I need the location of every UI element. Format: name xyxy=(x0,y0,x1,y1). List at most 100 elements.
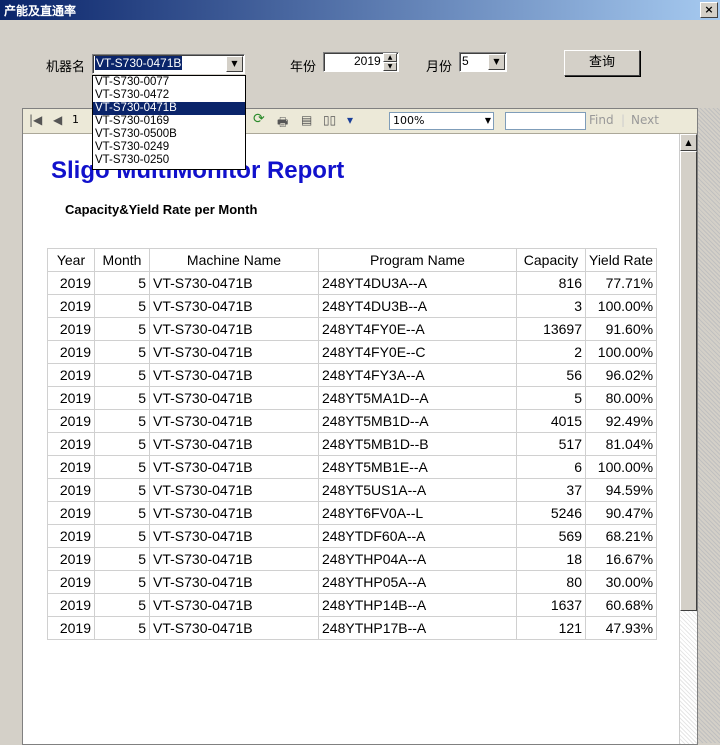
year-spin-buttons[interactable]: ▲ ▼ xyxy=(383,53,397,71)
dropdown-option[interactable]: VT-S730-0077 xyxy=(93,76,245,89)
year-value: 2019 xyxy=(354,54,381,68)
table-cell: 5 xyxy=(94,547,150,571)
table-cell: 60.68% xyxy=(584,593,658,617)
table-cell: VT-S730-0471B xyxy=(149,340,319,364)
table-cell: VT-S730-0471B xyxy=(149,524,319,548)
zoom-value: 100% xyxy=(393,114,425,127)
column-header-capacity: Capacity xyxy=(516,248,586,272)
table-cell: 5246 xyxy=(516,501,586,525)
page-setup-icon[interactable]: ▤ xyxy=(301,113,312,127)
find-input[interactable] xyxy=(505,112,586,130)
table-cell: VT-S730-0471B xyxy=(149,409,319,433)
table-row: 2019 5 VT-S730-0471B 248YTDF60A--A 569 68.21% xyxy=(47,524,658,548)
table-row: 2019 5 VT-S730-0471B 248YT4FY0E--C 2 100.00% xyxy=(47,340,658,364)
table-cell: 5 xyxy=(516,386,586,410)
dropdown-option[interactable]: VT-S730-0471B xyxy=(93,102,245,115)
chevron-down-icon[interactable]: ▼ xyxy=(485,113,491,129)
table-cell: 2019 xyxy=(47,478,95,502)
table-cell: 18 xyxy=(516,547,586,571)
table-cell: VT-S730-0471B xyxy=(149,478,319,502)
table-cell: 121 xyxy=(516,616,586,640)
table-cell: 2019 xyxy=(47,524,95,548)
table-cell: VT-S730-0471B xyxy=(149,616,319,640)
table-cell: 6 xyxy=(516,455,586,479)
table-cell: 5 xyxy=(94,271,150,295)
table-cell: 96.02% xyxy=(584,363,658,387)
year-label: 年份 xyxy=(290,60,317,75)
dropdown-option[interactable]: VT-S730-0250 xyxy=(93,154,245,167)
table-cell: 91.60% xyxy=(584,317,658,341)
spin-up-icon[interactable]: ▲ xyxy=(383,53,397,62)
table-cell: 13697 xyxy=(516,317,586,341)
dropdown-option[interactable]: VT-S730-0500B xyxy=(93,128,245,141)
report-viewer: |◀ ◀ 1 ⟳ 🖶 ▤ ▯▯ ▾ 100% ▼ Find | Next Sli… xyxy=(22,108,698,745)
table-cell: 517 xyxy=(516,432,586,456)
table-cell: 56 xyxy=(516,363,586,387)
table-row: 2019 5 VT-S730-0471B 248YTHP14B--A 1637 60.68… xyxy=(47,593,658,617)
table-row: 2019 5 VT-S730-0471B 248YT5MB1D--A 4015 92.49… xyxy=(47,409,658,433)
table-cell: 5 xyxy=(94,317,150,341)
table-cell: 77.71% xyxy=(584,271,658,295)
toolbar-separator: | xyxy=(621,113,626,127)
report-body: Sligo MultiMonitor Report Capacity&Yield… xyxy=(23,134,679,744)
machine-combobox[interactable]: VT-S730-0471B ▼ xyxy=(92,54,245,74)
table-row: 2019 5 VT-S730-0471B 248YTHP04A--A 18 16.67% xyxy=(47,547,658,571)
spin-down-icon[interactable]: ▼ xyxy=(383,62,397,71)
table-cell: 816 xyxy=(516,271,586,295)
table-row: 2019 5 VT-S730-0471B 248YT5MB1E--A 6 100.00% xyxy=(47,455,658,479)
table-cell: 2019 xyxy=(47,294,95,318)
column-header-yield-rate: Yield Rate xyxy=(584,248,658,272)
window-frame-edge xyxy=(698,108,720,743)
table-cell: 92.49% xyxy=(584,409,658,433)
table-cell: 5 xyxy=(94,432,150,456)
table-row: 2019 5 VT-S730-0471B 248YT4DU3B--A 3 100.00% xyxy=(47,294,658,318)
table-cell: 80 xyxy=(516,570,586,594)
find-link[interactable]: Find xyxy=(589,113,614,127)
dropdown-option[interactable]: VT-S730-0472 xyxy=(93,89,245,102)
query-button[interactable]: 查询 xyxy=(564,50,640,76)
machine-dropdown-list[interactable]: VT-S730-0077 VT-S730-0472 VT-S730-0471B VT-… xyxy=(92,75,246,170)
refresh-icon[interactable]: ⟳ xyxy=(253,111,265,127)
machine-combobox-value: VT-S730-0471B xyxy=(95,56,183,70)
layout-icon[interactable]: ▯▯ xyxy=(323,113,336,127)
table-cell: 5 xyxy=(94,386,150,410)
chevron-down-icon[interactable]: ▼ xyxy=(226,56,243,72)
table-cell: 248YT4FY3A--A xyxy=(318,363,517,387)
export-icon[interactable]: ▾ xyxy=(347,113,353,127)
dropdown-option[interactable]: VT-S730-0169 xyxy=(93,115,245,128)
report-table: Year Month Machine Name Program Name Cap… xyxy=(47,248,658,640)
table-row: 2019 5 VT-S730-0471B 248YTHP17B--A 121 47.93% xyxy=(47,616,658,640)
table-row: 2019 5 VT-S730-0471B 248YT4DU3A--A 816 77.71% xyxy=(47,271,658,295)
table-cell: VT-S730-0471B xyxy=(149,432,319,456)
table-cell: 2019 xyxy=(47,570,95,594)
table-cell: 248YT5US1A--A xyxy=(318,478,517,502)
table-cell: 248YT6FV0A--L xyxy=(318,501,517,525)
scroll-up-icon[interactable]: ▲ xyxy=(680,134,697,151)
table-row: 2019 5 VT-S730-0471B 248YTHP05A--A 80 30.00% xyxy=(47,570,658,594)
table-cell: 248YTHP04A--A xyxy=(318,547,517,571)
month-combobox[interactable]: 5 ▼ xyxy=(459,52,507,72)
year-spinner[interactable]: 2019 ▲ ▼ xyxy=(323,52,399,72)
table-cell: 2019 xyxy=(47,455,95,479)
previous-page-icon[interactable]: ◀ xyxy=(53,113,62,127)
dropdown-option[interactable]: VT-S730-0249 xyxy=(93,141,245,154)
next-link[interactable]: Next xyxy=(631,113,659,127)
print-icon[interactable]: 🖶 xyxy=(277,113,288,134)
scroll-thumb[interactable] xyxy=(680,151,697,611)
table-cell: 5 xyxy=(94,570,150,594)
close-button[interactable]: × xyxy=(700,2,718,18)
first-page-icon[interactable]: |◀ xyxy=(29,113,42,127)
table-cell: 2019 xyxy=(47,593,95,617)
table-cell: 2 xyxy=(516,340,586,364)
table-cell: 100.00% xyxy=(584,455,658,479)
chevron-down-icon[interactable]: ▼ xyxy=(488,54,505,70)
table-cell: 5 xyxy=(94,363,150,387)
report-scrollbar[interactable]: ▲ xyxy=(679,134,697,744)
zoom-select[interactable]: 100% ▼ xyxy=(389,112,494,130)
table-cell: 2019 xyxy=(47,271,95,295)
column-header-machine-name: Machine Name xyxy=(149,248,319,272)
table-cell: 81.04% xyxy=(584,432,658,456)
table-cell: 5 xyxy=(94,616,150,640)
table-row: 2019 5 VT-S730-0471B 248YT5MB1D--B 517 81.04% xyxy=(47,432,658,456)
table-cell: 16.67% xyxy=(584,547,658,571)
